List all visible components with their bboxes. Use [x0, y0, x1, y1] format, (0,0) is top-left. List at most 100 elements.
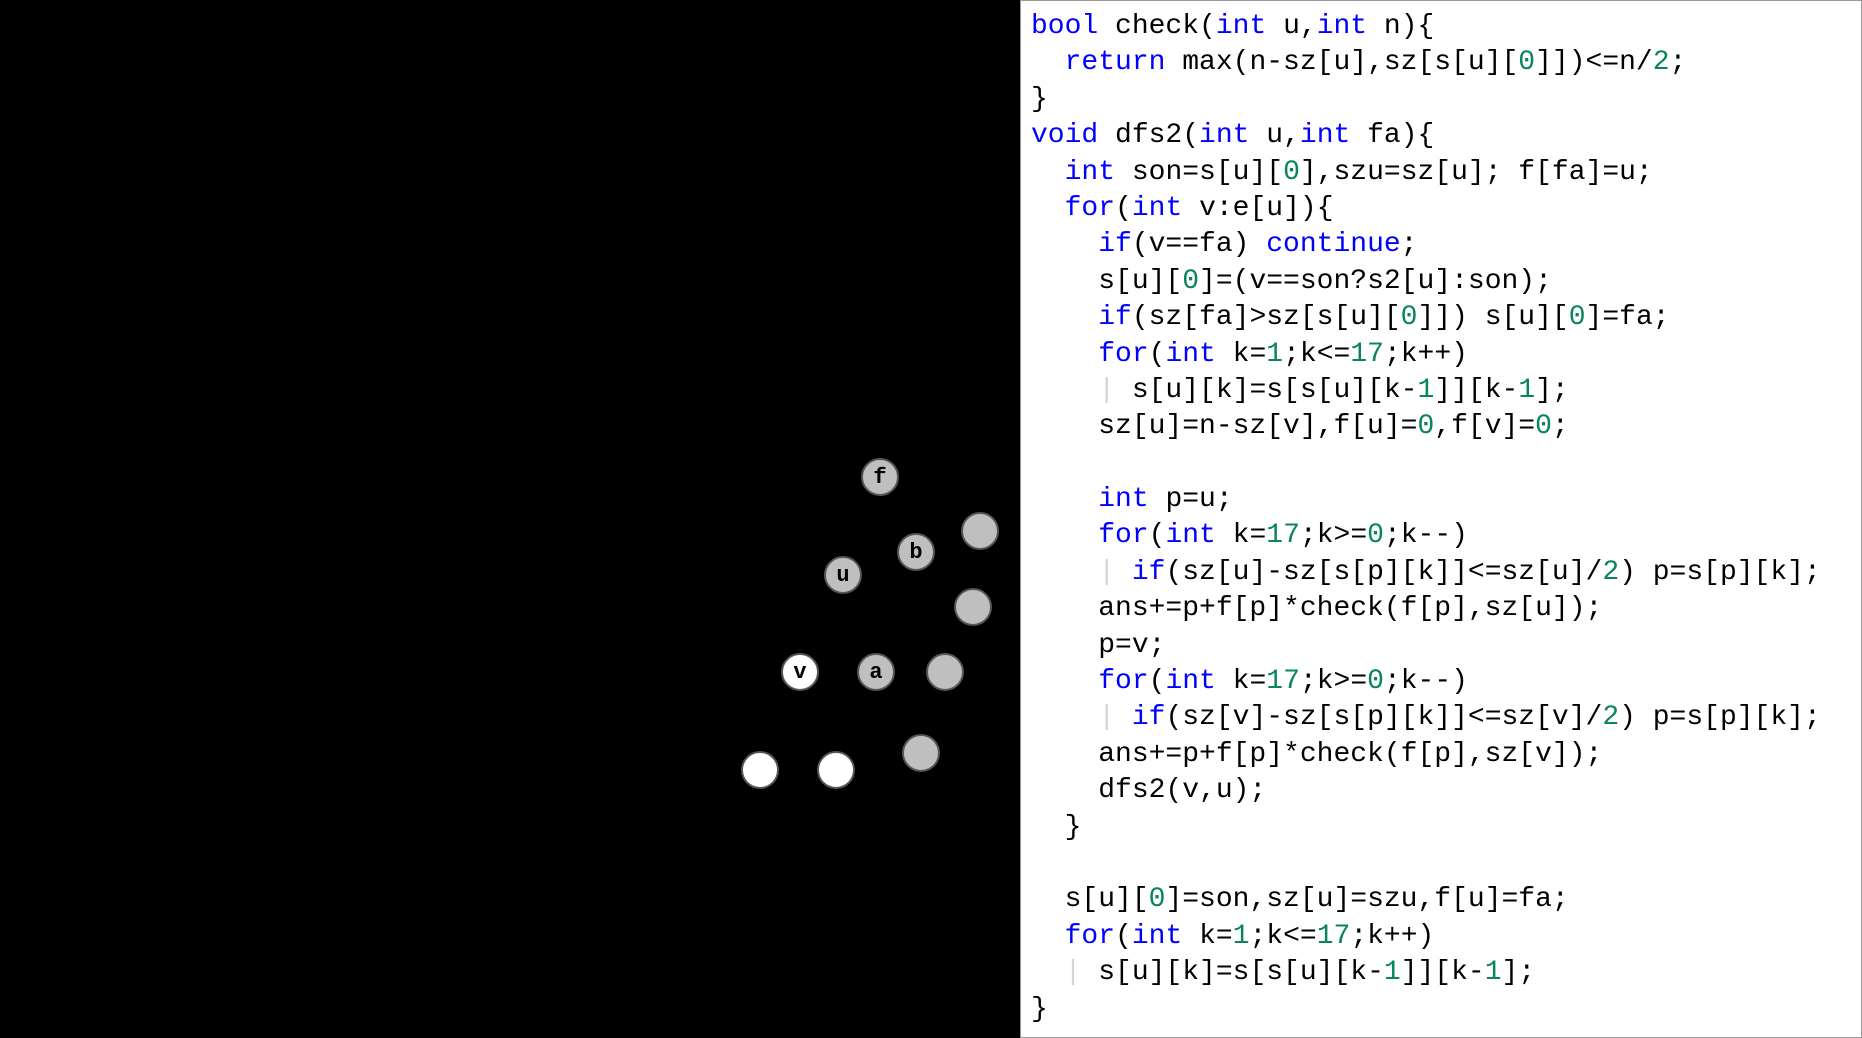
code-token: [1031, 520, 1098, 551]
code-token: ;k--): [1384, 666, 1468, 697]
code-token: [1031, 375, 1098, 406]
code-token: k=: [1216, 339, 1266, 370]
tree-node-f: f: [861, 458, 899, 496]
code-token: [1031, 484, 1098, 515]
code-token: for: [1065, 193, 1115, 224]
code-token: int: [1132, 193, 1182, 224]
node-label: a: [869, 660, 882, 685]
code-token: [1031, 339, 1098, 370]
code-token: 1: [1485, 957, 1502, 988]
code-token: check(: [1098, 11, 1216, 42]
code-token: ]=(v==son?s2[u]:son);: [1199, 266, 1552, 297]
code-token: [1031, 957, 1065, 988]
code-token: ]][k-: [1401, 957, 1485, 988]
code-token: s[u][k]=s[s[u][k-: [1098, 957, 1384, 988]
code-token: k=: [1182, 921, 1232, 952]
code-token: ;k>=: [1300, 520, 1367, 551]
code-token: u,: [1249, 120, 1299, 151]
code-token: s[u][: [1031, 884, 1149, 915]
code-token: int: [1165, 520, 1215, 551]
code-token: 0: [1149, 884, 1166, 915]
code-line: for(int k=17;k>=0;k--): [1031, 518, 1851, 554]
code-token: 17: [1350, 339, 1384, 370]
code-token: dfs2(: [1098, 120, 1199, 151]
code-token: ]=son,sz[u]=szu,f[u]=fa;: [1165, 884, 1568, 915]
code-token: (sz[u]-sz[s[p][k]]<=sz[u]/: [1165, 557, 1602, 588]
code-token: ]][k-: [1434, 375, 1518, 406]
code-line: ans+=p+f[p]*check(f[p],sz[v]);: [1031, 737, 1851, 773]
code-token: 0: [1417, 411, 1434, 442]
root: fbuva bool check(int u,int n){ return ma…: [0, 0, 1862, 1038]
code-block: bool check(int u,int n){ return max(n-sz…: [1031, 9, 1851, 1028]
code-line: dfs2(v,u);: [1031, 773, 1851, 809]
code-token: u,: [1266, 11, 1316, 42]
code-token: 0: [1401, 302, 1418, 333]
tree-node-n6: [902, 734, 940, 772]
code-line: int son=s[u][0],szu=sz[u]; f[fa]=u;: [1031, 155, 1851, 191]
code-token: [1031, 302, 1098, 333]
code-token: s[u][k]=s[s[u][k-: [1132, 375, 1418, 406]
node-label: u: [836, 563, 849, 588]
code-token: for: [1098, 666, 1148, 697]
diagram-panel: fbuva: [0, 0, 1020, 1038]
code-token: [1031, 702, 1098, 733]
code-token: ;: [1670, 47, 1687, 78]
code-token: [1031, 47, 1065, 78]
code-token: }: [1031, 84, 1048, 115]
code-token: for: [1098, 339, 1148, 370]
tree-node-a: a: [857, 653, 895, 691]
code-token: 1: [1518, 375, 1535, 406]
code-token: ans+=p+f[p]*check(f[p],sz[u]);: [1031, 593, 1602, 624]
code-line: | if(sz[u]-sz[s[p][k]]<=sz[u]/2) p=s[p][…: [1031, 555, 1851, 591]
code-token: if: [1098, 229, 1132, 260]
code-token: int: [1216, 11, 1266, 42]
code-token: |: [1098, 557, 1132, 588]
tree-node-n2: [954, 588, 992, 626]
code-token: int: [1300, 120, 1350, 151]
code-token: [1031, 666, 1098, 697]
code-line: }: [1031, 82, 1851, 118]
code-line: | s[u][k]=s[s[u][k-1]][k-1];: [1031, 955, 1851, 991]
tree-node-b: b: [897, 533, 935, 571]
code-token: [1031, 921, 1065, 952]
code-token: (: [1149, 520, 1166, 551]
code-token: dfs2(v,u);: [1031, 775, 1266, 806]
code-token: (: [1149, 666, 1166, 697]
code-token: 1: [1384, 957, 1401, 988]
tree-node-n4: [741, 751, 779, 789]
code-token: s[u][: [1031, 266, 1182, 297]
code-token: (sz[fa]>sz[s[u][: [1132, 302, 1401, 333]
code-token: (: [1115, 193, 1132, 224]
code-token: sz[u]=n-sz[v],f[u]=: [1031, 411, 1417, 442]
code-token: 2: [1653, 47, 1670, 78]
code-token: int: [1098, 484, 1148, 515]
code-line: | if(sz[v]-sz[s[p][k]]<=sz[v]/2) p=s[p][…: [1031, 700, 1851, 736]
code-line: | s[u][k]=s[s[u][k-1]][k-1];: [1031, 373, 1851, 409]
code-line: int p=u;: [1031, 482, 1851, 518]
code-token: 0: [1283, 157, 1300, 188]
code-token: v:e[u]){: [1182, 193, 1333, 224]
code-token: ;k--): [1384, 520, 1468, 551]
code-token: int: [1132, 921, 1182, 952]
code-token: ;k>=: [1300, 666, 1367, 697]
code-token: 17: [1266, 520, 1300, 551]
code-token: int: [1317, 11, 1367, 42]
code-token: return: [1065, 47, 1166, 78]
code-token: int: [1165, 666, 1215, 697]
code-line: for(int v:e[u]){: [1031, 191, 1851, 227]
code-token: 2: [1602, 557, 1619, 588]
code-token: ;k<=: [1250, 921, 1317, 952]
code-token: 0: [1569, 302, 1586, 333]
code-token: 2: [1602, 702, 1619, 733]
code-token: int: [1199, 120, 1249, 151]
code-token: (: [1115, 921, 1132, 952]
code-token: int: [1065, 157, 1115, 188]
code-line: if(v==fa) continue;: [1031, 227, 1851, 263]
code-line: for(int k=1;k<=17;k++): [1031, 337, 1851, 373]
code-token: max(n-sz[u],sz[s[u][: [1165, 47, 1518, 78]
node-label: f: [873, 465, 886, 490]
tree-node-u: u: [824, 556, 862, 594]
code-token: [1031, 157, 1065, 188]
code-token: 0: [1367, 520, 1384, 551]
code-token: fa){: [1350, 120, 1434, 151]
